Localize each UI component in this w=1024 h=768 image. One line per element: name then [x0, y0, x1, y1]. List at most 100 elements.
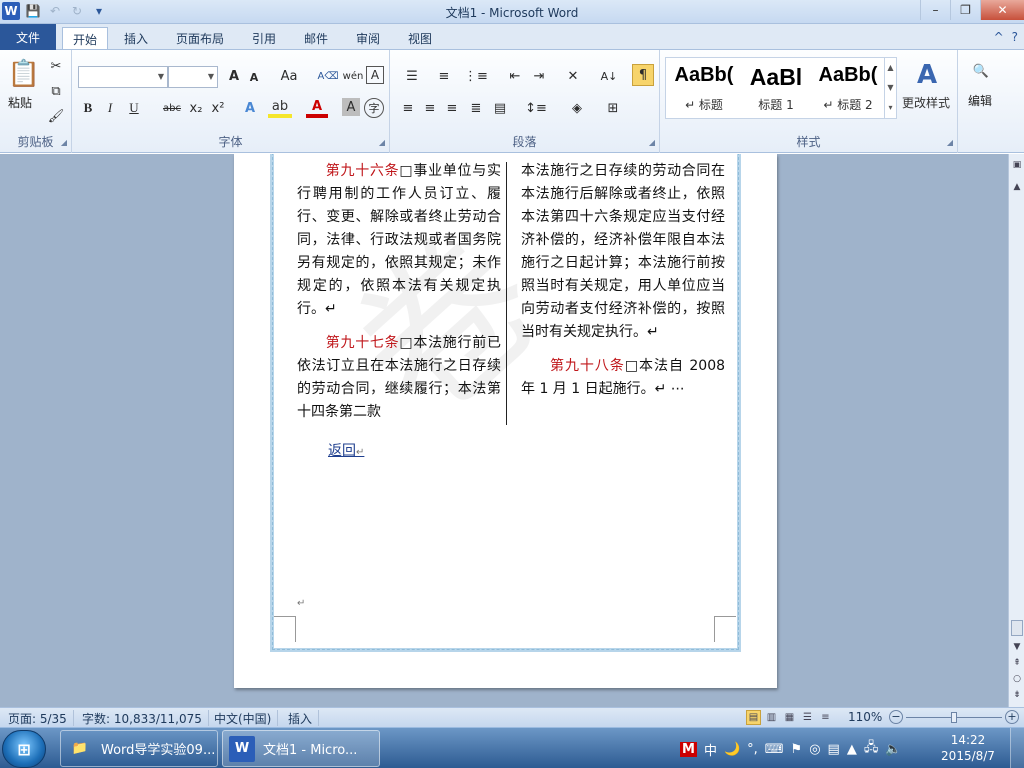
sort-icon[interactable]: A↓: [598, 66, 620, 86]
clear-format-button[interactable]: A⌫: [318, 66, 339, 86]
draft-icon[interactable]: ≡: [818, 710, 833, 725]
font-name-input[interactable]: ▼: [78, 66, 168, 88]
style-heading-2[interactable]: AaBb( ↵ 标题 2: [812, 58, 884, 118]
editing-label[interactable]: 编辑: [968, 92, 992, 109]
paste-icon[interactable]: 📋: [8, 56, 40, 92]
page-count[interactable]: 页面: 5/35: [2, 710, 74, 726]
phonetic-guide-button[interactable]: wén: [342, 66, 364, 86]
zoom-slider-thumb[interactable]: [951, 712, 957, 723]
shrink-font-button[interactable]: A: [246, 68, 262, 86]
numbering-icon[interactable]: ≡: [430, 66, 458, 86]
web-layout-icon[interactable]: ▦: [782, 710, 797, 725]
scroll-thumb[interactable]: [1011, 620, 1023, 636]
copy-icon[interactable]: ⧉: [48, 83, 64, 99]
ime-logo-icon[interactable]: M: [680, 741, 697, 757]
text-effects-icon[interactable]: A: [238, 98, 262, 118]
zoom-level[interactable]: 110%: [848, 710, 882, 724]
styles-launcher-icon[interactable]: ◢: [947, 138, 953, 147]
align-left-icon[interactable]: ≡: [398, 98, 418, 118]
ruler-toggle-icon[interactable]: ▣: [1009, 160, 1024, 170]
borders-icon[interactable]: ⊞: [600, 98, 626, 118]
bullets-icon[interactable]: ☰: [398, 66, 426, 86]
keyboard-icon[interactable]: ⌨: [765, 742, 784, 757]
back-link-text[interactable]: 返回: [328, 443, 356, 459]
tab-insert[interactable]: 插入: [114, 27, 158, 49]
grow-font-button[interactable]: A: [224, 66, 244, 86]
superscript-button[interactable]: x²: [208, 98, 228, 118]
column-right[interactable]: 本法施行之日存续的劳动合同在本法施行后解除或者终止，依照本法第四十六条规定应当支…: [521, 160, 725, 412]
tab-view[interactable]: 视图: [398, 27, 442, 49]
tab-references[interactable]: 引用: [242, 27, 286, 49]
clipboard-launcher-icon[interactable]: ◢: [61, 138, 67, 147]
chinese-layout-icon[interactable]: ✕: [560, 66, 586, 86]
change-styles-icon[interactable]: A: [910, 58, 944, 92]
tab-file[interactable]: 文件: [0, 24, 56, 50]
prev-page-icon[interactable]: ⇞: [1009, 658, 1024, 668]
show-hidden-icons-icon[interactable]: ▲: [847, 742, 857, 757]
subscript-button[interactable]: x₂: [186, 98, 206, 118]
multilevel-list-icon[interactable]: ⋮≡: [462, 66, 490, 86]
scroll-down-icon[interactable]: ▼: [1009, 642, 1024, 652]
tray-app-icon[interactable]: ⚑: [791, 742, 803, 757]
next-page-icon[interactable]: ⇟: [1009, 690, 1024, 700]
change-case-button[interactable]: Aa: [276, 66, 302, 86]
minimize-button[interactable]: –: [920, 0, 950, 20]
style-title[interactable]: AaBb( ↵ 标题: [668, 58, 740, 118]
tray-app2-icon[interactable]: ◎: [809, 742, 820, 757]
cut-icon[interactable]: ✂: [48, 58, 64, 74]
close-button[interactable]: ✕: [980, 0, 1024, 20]
zoom-out-icon[interactable]: −: [889, 710, 903, 724]
italic-button[interactable]: I: [100, 98, 120, 118]
paragraph-launcher-icon[interactable]: ◢: [649, 138, 655, 147]
enclose-char-button[interactable]: 字: [364, 98, 384, 118]
vertical-scrollbar[interactable]: ▣ ▲ ▼ ⇞ ○ ⇟: [1008, 154, 1024, 707]
ime-mode-indicator[interactable]: 中: [704, 740, 717, 759]
paste-label[interactable]: 粘贴: [8, 94, 32, 111]
font-color-button[interactable]: A: [306, 98, 328, 118]
font-size-input[interactable]: ▼: [168, 66, 218, 88]
column-left[interactable]: 第九十六条□事业单位与实行聘用制的工作人员订立、履行、变更、解除或者终止劳动合同…: [297, 160, 501, 435]
restore-button[interactable]: ❐: [950, 0, 980, 20]
full-screen-reading-icon[interactable]: ▥: [764, 710, 779, 725]
decrease-indent-icon[interactable]: ⇤: [504, 66, 526, 86]
browse-object-icon[interactable]: ○: [1009, 674, 1024, 684]
tab-review[interactable]: 审阅: [346, 27, 390, 49]
style-heading-1[interactable]: AaBl 标题 1: [740, 58, 812, 118]
line-spacing-icon[interactable]: ↕≡: [524, 98, 548, 118]
tab-mailings[interactable]: 邮件: [294, 27, 338, 49]
half-width-icon[interactable]: 🌙: [724, 742, 740, 757]
show-desktop-button[interactable]: [1010, 728, 1024, 768]
article-98[interactable]: 第九十八条□本法自 2008 年 1 月 1 日起施行。↵ ⋯: [521, 355, 725, 401]
format-painter-icon[interactable]: 🖌: [48, 108, 65, 124]
tab-page-layout[interactable]: 页面布局: [166, 27, 234, 49]
taskbar-app-word[interactable]: W 文档1 - Micro...: [222, 730, 380, 767]
font-launcher-icon[interactable]: ◢: [379, 138, 385, 147]
language-indicator[interactable]: 中文(中国): [208, 710, 279, 726]
underline-button[interactable]: U: [124, 98, 144, 118]
char-border-button[interactable]: A: [366, 66, 384, 84]
taskbar-app-explorer[interactable]: 📁 Word导学实验09...: [60, 730, 218, 767]
article-97[interactable]: 第九十七条□本法施行前已依法订立且在本法施行之日存续的劳动合同，继续履行；本法第…: [297, 332, 501, 424]
article-97-continued[interactable]: 本法施行之日存续的劳动合同在本法施行后解除或者终止，依照本法第四十六条规定应当支…: [521, 160, 725, 344]
outline-icon[interactable]: ☰: [800, 710, 815, 725]
change-styles-label[interactable]: 更改样式: [902, 94, 950, 111]
distributed-icon[interactable]: ▤: [490, 98, 510, 118]
increase-indent-icon[interactable]: ⇥: [528, 66, 550, 86]
char-shading-button[interactable]: A: [342, 98, 360, 116]
styles-scroll[interactable]: ▲ ▼ ▾: [884, 58, 896, 118]
find-icon[interactable]: 🔍: [970, 60, 992, 82]
network-icon[interactable]: 🖧: [864, 738, 879, 760]
scroll-up-icon[interactable]: ▲: [1009, 182, 1024, 192]
justify-icon[interactable]: ≣: [466, 98, 486, 118]
start-button[interactable]: ⊞: [2, 730, 46, 768]
zoom-in-icon[interactable]: +: [1005, 710, 1019, 724]
article-96[interactable]: 第九十六条□事业单位与实行聘用制的工作人员订立、履行、变更、解除或者终止劳动合同…: [297, 160, 501, 321]
insert-mode[interactable]: 插入: [282, 710, 320, 726]
bold-button[interactable]: B: [78, 98, 98, 118]
shading-icon[interactable]: ◈: [564, 98, 590, 118]
clock[interactable]: 14:22 2015/8/7: [938, 732, 998, 764]
volume-icon[interactable]: 🔈: [885, 742, 901, 757]
align-right-icon[interactable]: ≡: [442, 98, 462, 118]
back-link[interactable]: 返回↵: [328, 440, 364, 460]
show-marks-icon[interactable]: ¶: [632, 64, 654, 86]
